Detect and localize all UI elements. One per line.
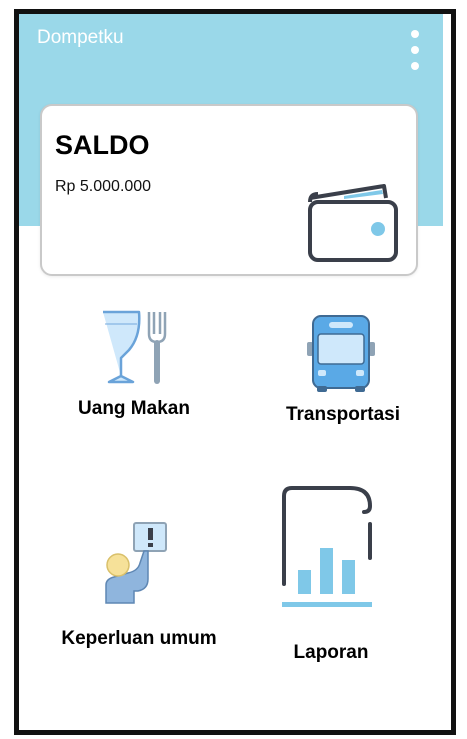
menu-tile-keperluan-umum[interactable]: Keperluan umum (44, 514, 234, 654)
menu-tile-laporan[interactable]: Laporan (248, 482, 438, 663)
wallet-icon (308, 184, 398, 262)
balance-amount: Rp 5.000.000 (55, 178, 152, 195)
menu-label-uang-makan: Uang Makan (78, 398, 190, 419)
menu-tile-uang-makan[interactable]: Uang Makan (44, 304, 224, 424)
balance-card: SALDO Rp 5.000.000 (40, 104, 418, 276)
general-needs-icon (105, 522, 167, 604)
bus-icon (307, 315, 375, 392)
food-icon (103, 310, 167, 384)
menu-tile-transportasi[interactable]: Transportasi (248, 304, 438, 429)
menu-label-transportasi: Transportasi (285, 404, 401, 425)
menu-label-keperluan-umum: Keperluan umum (61, 628, 217, 649)
menu-label-laporan: Laporan (293, 642, 369, 663)
report-icon (282, 486, 373, 607)
overflow-menu-icon[interactable] (407, 28, 423, 74)
balance-heading: SALDO (55, 130, 150, 160)
app-title: Dompetku (37, 27, 124, 48)
app-screen: Dompetku SALDO Rp 5.000.000 Uang Makan T… (19, 14, 443, 724)
